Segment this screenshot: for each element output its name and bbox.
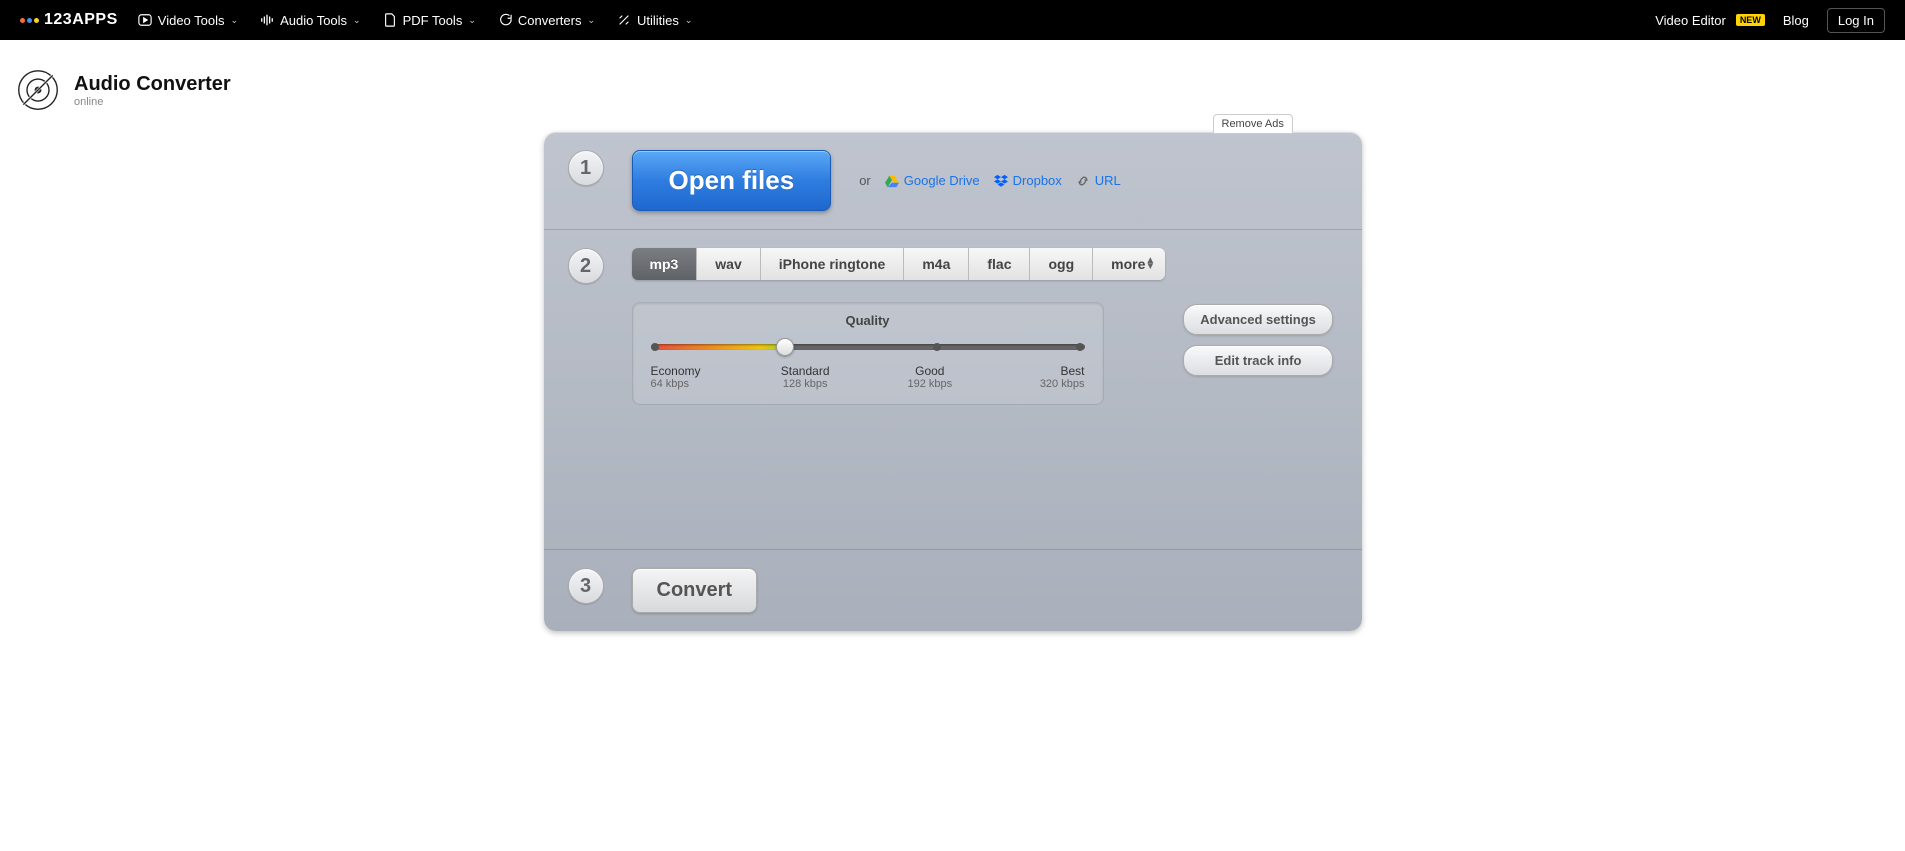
page-header: Audio Converter online bbox=[0, 40, 1905, 122]
step-number: 3 bbox=[568, 568, 604, 604]
quality-best: Best 320 kbps bbox=[1024, 364, 1084, 390]
quality-good: Good 192 kbps bbox=[900, 364, 960, 390]
dropbox-icon bbox=[994, 174, 1008, 188]
chevron-down-icon: ⌄ bbox=[587, 15, 595, 26]
remove-ads-button[interactable]: Remove Ads bbox=[1213, 114, 1293, 134]
nav-audio-tools[interactable]: Audio Tools⌄ bbox=[260, 13, 361, 28]
format-tab-m4a[interactable]: m4a bbox=[904, 248, 969, 280]
format-tab-ogg[interactable]: ogg bbox=[1030, 248, 1093, 280]
brand-text: 123APPS bbox=[44, 11, 118, 29]
top-nav: 123APPS Video Tools⌄ Audio Tools⌄ PDF To… bbox=[0, 0, 1905, 40]
quality-block: Quality Economy bbox=[632, 302, 1104, 405]
chevron-down-icon: ⌄ bbox=[353, 15, 361, 26]
nav-pdf-tools[interactable]: PDF Tools⌄ bbox=[383, 13, 476, 28]
open-files-button[interactable]: Open files bbox=[632, 150, 832, 211]
google-drive-icon bbox=[885, 174, 899, 188]
format-tabs: mp3 wav iPhone ringtone m4a flac ogg mor… bbox=[632, 248, 1166, 280]
nav-utilities[interactable]: Utilities⌄ bbox=[617, 13, 692, 28]
format-tab-flac[interactable]: flac bbox=[969, 248, 1030, 280]
nav-items: Video Tools⌄ Audio Tools⌄ PDF Tools⌄ Con… bbox=[138, 13, 693, 28]
nav-video-tools[interactable]: Video Tools⌄ bbox=[138, 13, 238, 28]
refresh-icon bbox=[498, 13, 512, 27]
page-title: Audio Converter bbox=[74, 73, 231, 96]
step-number: 1 bbox=[568, 150, 604, 186]
quality-standard: Standard 128 kbps bbox=[775, 364, 835, 390]
format-tab-iphone-ringtone[interactable]: iPhone ringtone bbox=[761, 248, 905, 280]
play-rect-icon bbox=[138, 13, 152, 27]
chevron-down-icon: ⌄ bbox=[468, 15, 476, 26]
new-badge: NEW bbox=[1736, 14, 1765, 26]
step-3: 3 Convert bbox=[544, 550, 1362, 631]
slider-knob[interactable] bbox=[776, 338, 794, 356]
logo-dots-icon bbox=[20, 18, 39, 23]
quality-economy: Economy 64 kbps bbox=[651, 364, 711, 390]
tools-icon bbox=[617, 13, 631, 27]
source-dropbox[interactable]: Dropbox bbox=[994, 173, 1062, 188]
brand-logo[interactable]: 123APPS bbox=[20, 11, 118, 29]
nav-converters[interactable]: Converters⌄ bbox=[498, 13, 595, 28]
format-tab-mp3[interactable]: mp3 bbox=[632, 248, 698, 280]
converter-panel: 1 Open files or Google Drive Dropbox URL bbox=[544, 132, 1362, 631]
quality-slider[interactable] bbox=[651, 338, 1085, 356]
step-number: 2 bbox=[568, 248, 604, 284]
page-subtitle: online bbox=[74, 96, 231, 108]
format-tab-more[interactable]: more ▲▼ bbox=[1093, 248, 1165, 280]
convert-button[interactable]: Convert bbox=[632, 568, 758, 613]
link-icon bbox=[1076, 174, 1090, 188]
document-icon bbox=[383, 13, 397, 27]
audio-bars-icon bbox=[260, 13, 274, 27]
chevron-down-icon: ⌄ bbox=[231, 15, 239, 26]
nav-blog[interactable]: Blog bbox=[1783, 13, 1809, 28]
nav-video-editor[interactable]: Video Editor NEW bbox=[1655, 13, 1765, 28]
step-2: 2 mp3 wav iPhone ringtone m4a flac ogg m… bbox=[544, 230, 1362, 550]
edit-track-info-button[interactable]: Edit track info bbox=[1183, 345, 1333, 376]
login-button[interactable]: Log In bbox=[1827, 8, 1885, 33]
audio-converter-icon bbox=[16, 68, 60, 112]
chevron-down-icon: ⌄ bbox=[685, 15, 693, 26]
or-label: or bbox=[859, 173, 871, 188]
advanced-settings-button[interactable]: Advanced settings bbox=[1183, 304, 1333, 335]
source-google-drive[interactable]: Google Drive bbox=[885, 173, 980, 188]
step-1: 1 Open files or Google Drive Dropbox URL bbox=[544, 132, 1362, 230]
nav-right: Video Editor NEW Blog Log In bbox=[1655, 8, 1885, 33]
source-url[interactable]: URL bbox=[1076, 173, 1121, 188]
quality-title: Quality bbox=[651, 313, 1085, 328]
updown-arrows-icon: ▲▼ bbox=[1145, 258, 1155, 270]
format-tab-wav[interactable]: wav bbox=[697, 248, 760, 280]
